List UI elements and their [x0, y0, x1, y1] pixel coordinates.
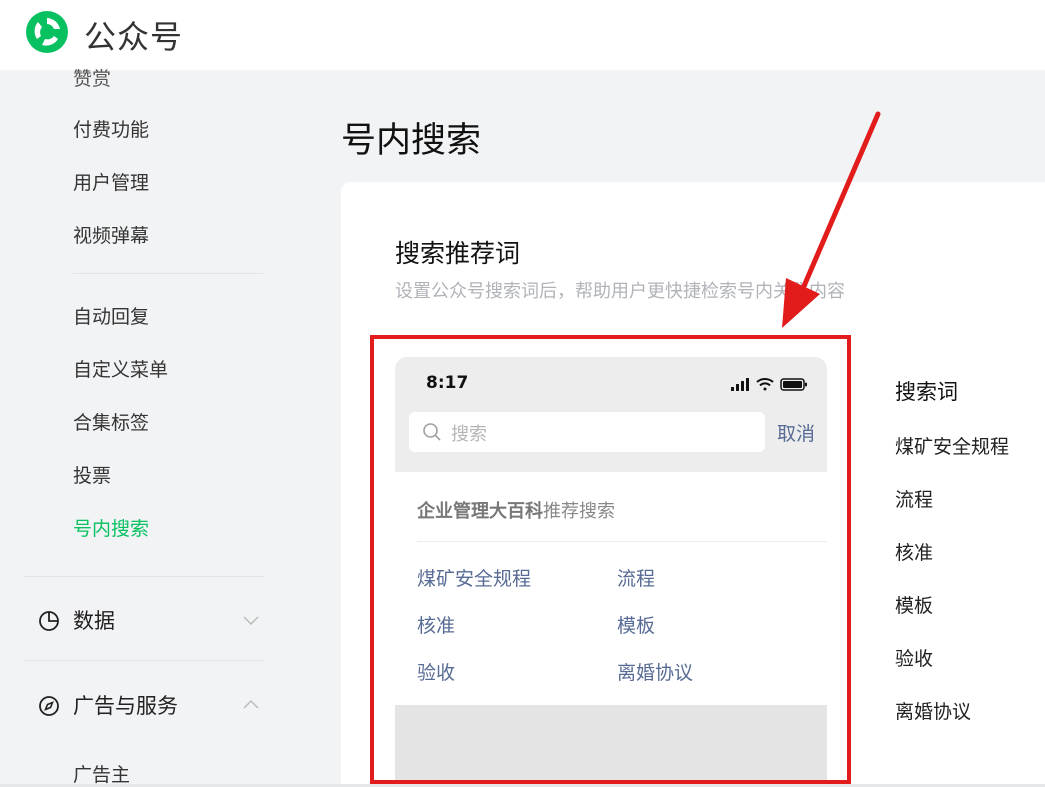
chevron-up-icon [243, 699, 259, 709]
annotation-arrow-icon [782, 111, 881, 328]
sidebar-item-user-management[interactable]: 用户管理 [73, 168, 149, 195]
sidebar-item-custom-menu[interactable]: 自定义菜单 [73, 355, 168, 382]
section-title: 搜索推荐词 [395, 239, 521, 268]
compass-icon [39, 696, 59, 716]
keyword-list-item[interactable]: 流程 [895, 485, 933, 512]
wechat-official-logo-icon[interactable] [24, 9, 70, 55]
sidebar-divider [73, 273, 263, 274]
keyword-list-item[interactable]: 验收 [895, 644, 933, 671]
keyword-list-item[interactable]: 核准 [895, 538, 933, 565]
sidebar-item-appreciation[interactable]: 赞赏 [73, 64, 111, 91]
pie-chart-icon [39, 611, 59, 631]
sidebar-divider [24, 660, 264, 661]
sidebar-item-collection-tags[interactable]: 合集标签 [73, 408, 149, 435]
sidebar-item-auto-reply[interactable]: 自动回复 [73, 302, 149, 329]
keyword-list-title: 搜索词 [895, 380, 958, 404]
sidebar-item-advertiser[interactable]: 广告主 [73, 760, 130, 787]
sidebar-item-video-danmaku[interactable]: 视频弹幕 [73, 221, 149, 248]
annotation-highlight-box [370, 335, 851, 784]
page-title: 号内搜索 [341, 121, 482, 161]
sidebar: 赞赏 付费功能 用户管理 视频弹幕 自动回复 自定义菜单 合集标签 投票 号内搜… [0, 68, 290, 787]
chevron-down-icon [243, 616, 259, 626]
sidebar-group-label: 广告与服务 [73, 694, 178, 718]
keyword-list-item[interactable]: 离婚协议 [895, 697, 971, 724]
sidebar-group-ads-services[interactable]: 广告与服务 [38, 690, 268, 720]
sidebar-group-label: 数据 [73, 609, 115, 633]
keyword-list-item[interactable]: 煤矿安全规程 [895, 432, 1009, 459]
sidebar-item-paid-features[interactable]: 付费功能 [73, 115, 149, 142]
sidebar-item-vote[interactable]: 投票 [73, 461, 111, 488]
sidebar-item-in-account-search[interactable]: 号内搜索 [73, 514, 149, 541]
top-bar: 公众号 [0, 0, 1045, 70]
brand-title: 公众号 [84, 18, 184, 56]
sidebar-group-data[interactable]: 数据 [38, 605, 268, 635]
sidebar-divider [24, 576, 264, 577]
keyword-list-item[interactable]: 模板 [895, 591, 933, 618]
